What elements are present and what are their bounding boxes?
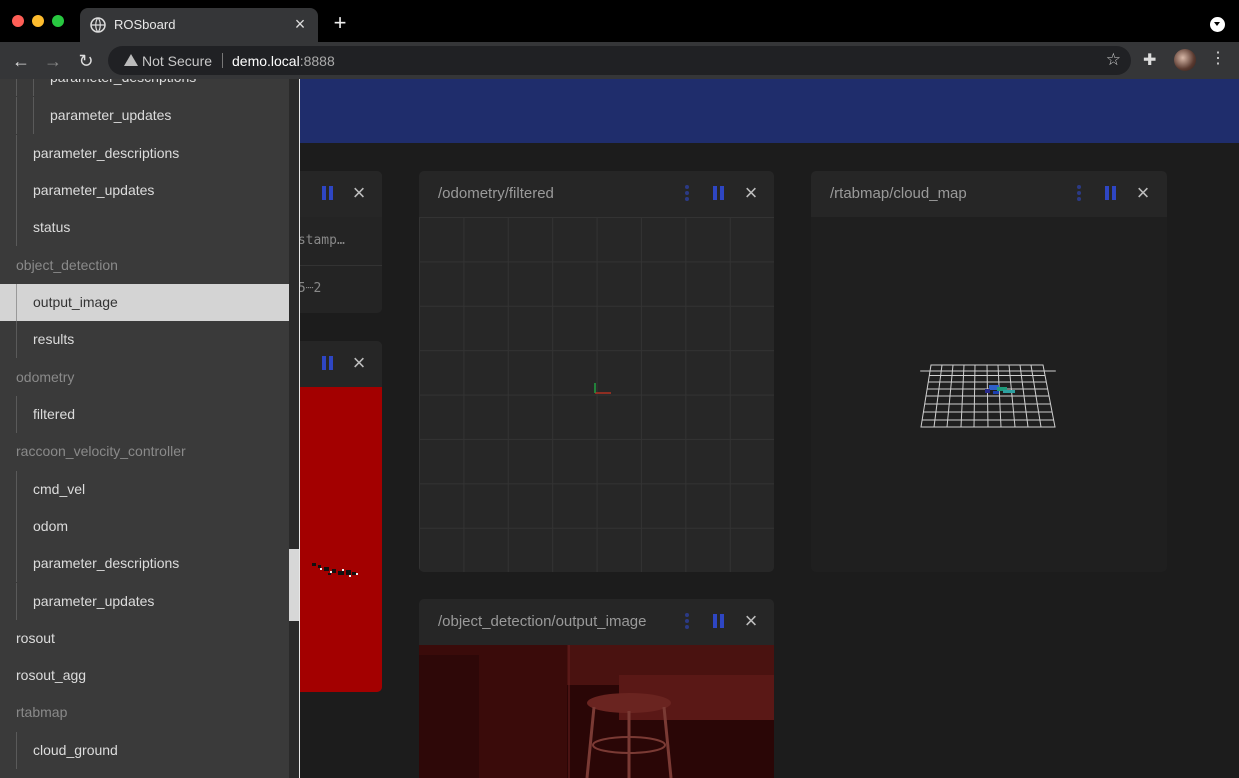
vertical-dots-icon[interactable]: ⋮: [1210, 48, 1226, 70]
sidebar-item-selected[interactable]: output_image: [0, 284, 289, 321]
avatar[interactable]: [1174, 49, 1196, 71]
sidebar-item-label: cloud_ground: [33, 742, 118, 758]
sidebar-group[interactable]: rtabmap: [0, 694, 289, 731]
tab-search-icon[interactable]: [1210, 17, 1225, 32]
sidebar-group[interactable]: object_detection: [0, 247, 289, 284]
sidebar-item-label: parameter_updates: [33, 593, 155, 609]
browser-tab-strip: ROSboard × +: [0, 0, 1239, 42]
new-tab-button[interactable]: +: [330, 12, 350, 34]
security-label[interactable]: Not Secure: [142, 53, 212, 69]
odometry-plot: [419, 217, 774, 572]
sidebar-item[interactable]: status: [0, 209, 289, 246]
close-icon[interactable]: ×: [350, 182, 368, 204]
url-text[interactable]: demo.local:8888: [232, 53, 335, 69]
card-title: /rtabmap/cloud_map: [830, 185, 967, 202]
browser-toolbar: ← → ↻ Not Secure demo.local:8888 ☆: [0, 42, 1239, 79]
sidebar-item-label: parameter_updates: [33, 182, 155, 198]
sidebar-item[interactable]: parameter_descriptions: [0, 545, 289, 582]
sidebar-group-label: raccoon_velocity_controller: [16, 443, 186, 459]
axis-marker: [594, 383, 611, 394]
sidebar-item[interactable]: parameter_updates: [0, 97, 289, 134]
row-divider: [290, 265, 382, 266]
close-icon[interactable]: ×: [1134, 182, 1152, 204]
back-icon[interactable]: ←: [10, 50, 32, 72]
sidebar-item[interactable]: parameter_updates: [0, 583, 289, 620]
sidebar-item-label: cmd_vel: [33, 481, 86, 497]
sidebar-item-label: status: [33, 219, 71, 235]
topic-card-table: × /stamp… 15┈2: [290, 171, 382, 313]
sidebar-item-label: parameter_descriptions: [33, 555, 180, 571]
close-icon[interactable]: ×: [350, 352, 368, 374]
address-bar[interactable]: Not Secure demo.local:8888 ☆: [108, 46, 1131, 75]
sidebar-item-label: output_image: [33, 294, 118, 310]
globe-icon: [90, 17, 106, 33]
topic-sidebar: parameter_descriptions parameter_updates…: [0, 79, 289, 778]
tab-close-icon[interactable]: ×: [291, 15, 309, 33]
scrollbar-thumb[interactable]: [289, 549, 299, 621]
pause-icon[interactable]: [321, 186, 335, 201]
url-host: demo.local: [232, 53, 300, 69]
topic-card-output-image: /object_detection/output_image ×: [419, 599, 774, 778]
url-port: :8888: [299, 53, 335, 69]
card-title: /object_detection/output_image: [438, 613, 647, 630]
sidebar-item-label: rosout: [16, 630, 55, 646]
forward-icon[interactable]: →: [42, 50, 64, 72]
close-icon[interactable]: ×: [742, 610, 760, 632]
sidebar-item[interactable]: parameter_descriptions: [0, 79, 289, 96]
sidebar-item-label: parameter_descriptions: [50, 79, 196, 85]
sidebar-item[interactable]: cloud_ground: [0, 732, 289, 769]
sidebar-item[interactable]: rosout_agg: [0, 657, 289, 694]
rosboard-page: × /stamp… 15┈2 × /odometry/filtered × /r…: [0, 79, 1239, 778]
window-close-button[interactable]: [12, 15, 24, 27]
window-minimize-button[interactable]: [32, 15, 44, 27]
sidebar-item[interactable]: odom: [0, 508, 289, 545]
sidebar-item-label: parameter_descriptions: [33, 145, 180, 161]
sidebar-item[interactable]: parameter_descriptions: [0, 135, 289, 172]
camera-image: [419, 645, 774, 778]
sidebar-item-label: rosout_agg: [16, 667, 87, 683]
reload-icon[interactable]: ↻: [75, 50, 97, 72]
point-cloud-view: [920, 364, 1056, 428]
browser-tab[interactable]: ROSboard ×: [80, 8, 318, 42]
sidebar-item[interactable]: filtered: [0, 396, 289, 433]
table-body: /stamp… 15┈2: [290, 217, 382, 313]
image-view: [290, 387, 382, 692]
card-title: /odometry/filtered: [438, 185, 554, 202]
address-separator: [222, 53, 223, 68]
close-icon[interactable]: ×: [742, 182, 760, 204]
sidebar-item[interactable]: rosout: [0, 620, 289, 657]
tab-title: ROSboard: [114, 17, 176, 32]
topic-card-odometry: /odometry/filtered ×: [419, 171, 774, 572]
kebab-menu-icon[interactable]: [684, 613, 690, 631]
sidebar-group-label: rtabmap: [16, 704, 68, 720]
star-icon[interactable]: ☆: [1106, 50, 1121, 70]
kebab-menu-icon[interactable]: [684, 185, 690, 203]
sidebar-group-label: odometry: [16, 369, 75, 385]
sidebar-scrollbar[interactable]: [289, 79, 299, 778]
window-maximize-button[interactable]: [52, 15, 64, 27]
kebab-menu-icon[interactable]: [1076, 185, 1082, 203]
sidebar-group-label: object_detection: [16, 257, 118, 273]
pause-icon[interactable]: [1104, 186, 1118, 201]
sidebar-divider: [299, 79, 300, 778]
pause-icon[interactable]: [712, 614, 726, 629]
puzzle-icon[interactable]: ✚: [1143, 50, 1156, 70]
card-header: [290, 171, 382, 217]
sidebar-item-label: parameter_updates: [50, 107, 172, 123]
topic-card-image: ×: [290, 341, 382, 692]
pause-icon[interactable]: [712, 186, 726, 201]
topic-card-cloud-map: /rtabmap/cloud_map ×: [811, 171, 1167, 572]
card-header: [290, 341, 382, 387]
sidebar-item[interactable]: cmd_vel: [0, 471, 289, 508]
warning-icon: [124, 54, 138, 66]
pause-icon[interactable]: [321, 356, 335, 371]
sidebar-item-label: filtered: [33, 406, 76, 422]
sidebar-item[interactable]: parameter_updates: [0, 172, 289, 209]
sidebar-item-label: odom: [33, 518, 69, 534]
sidebar-item[interactable]: results: [0, 321, 289, 358]
image-content: [312, 563, 358, 577]
sidebar-group[interactable]: odometry: [0, 359, 289, 396]
sidebar-item-label: results: [33, 331, 75, 347]
sidebar-group[interactable]: raccoon_velocity_controller: [0, 433, 289, 470]
